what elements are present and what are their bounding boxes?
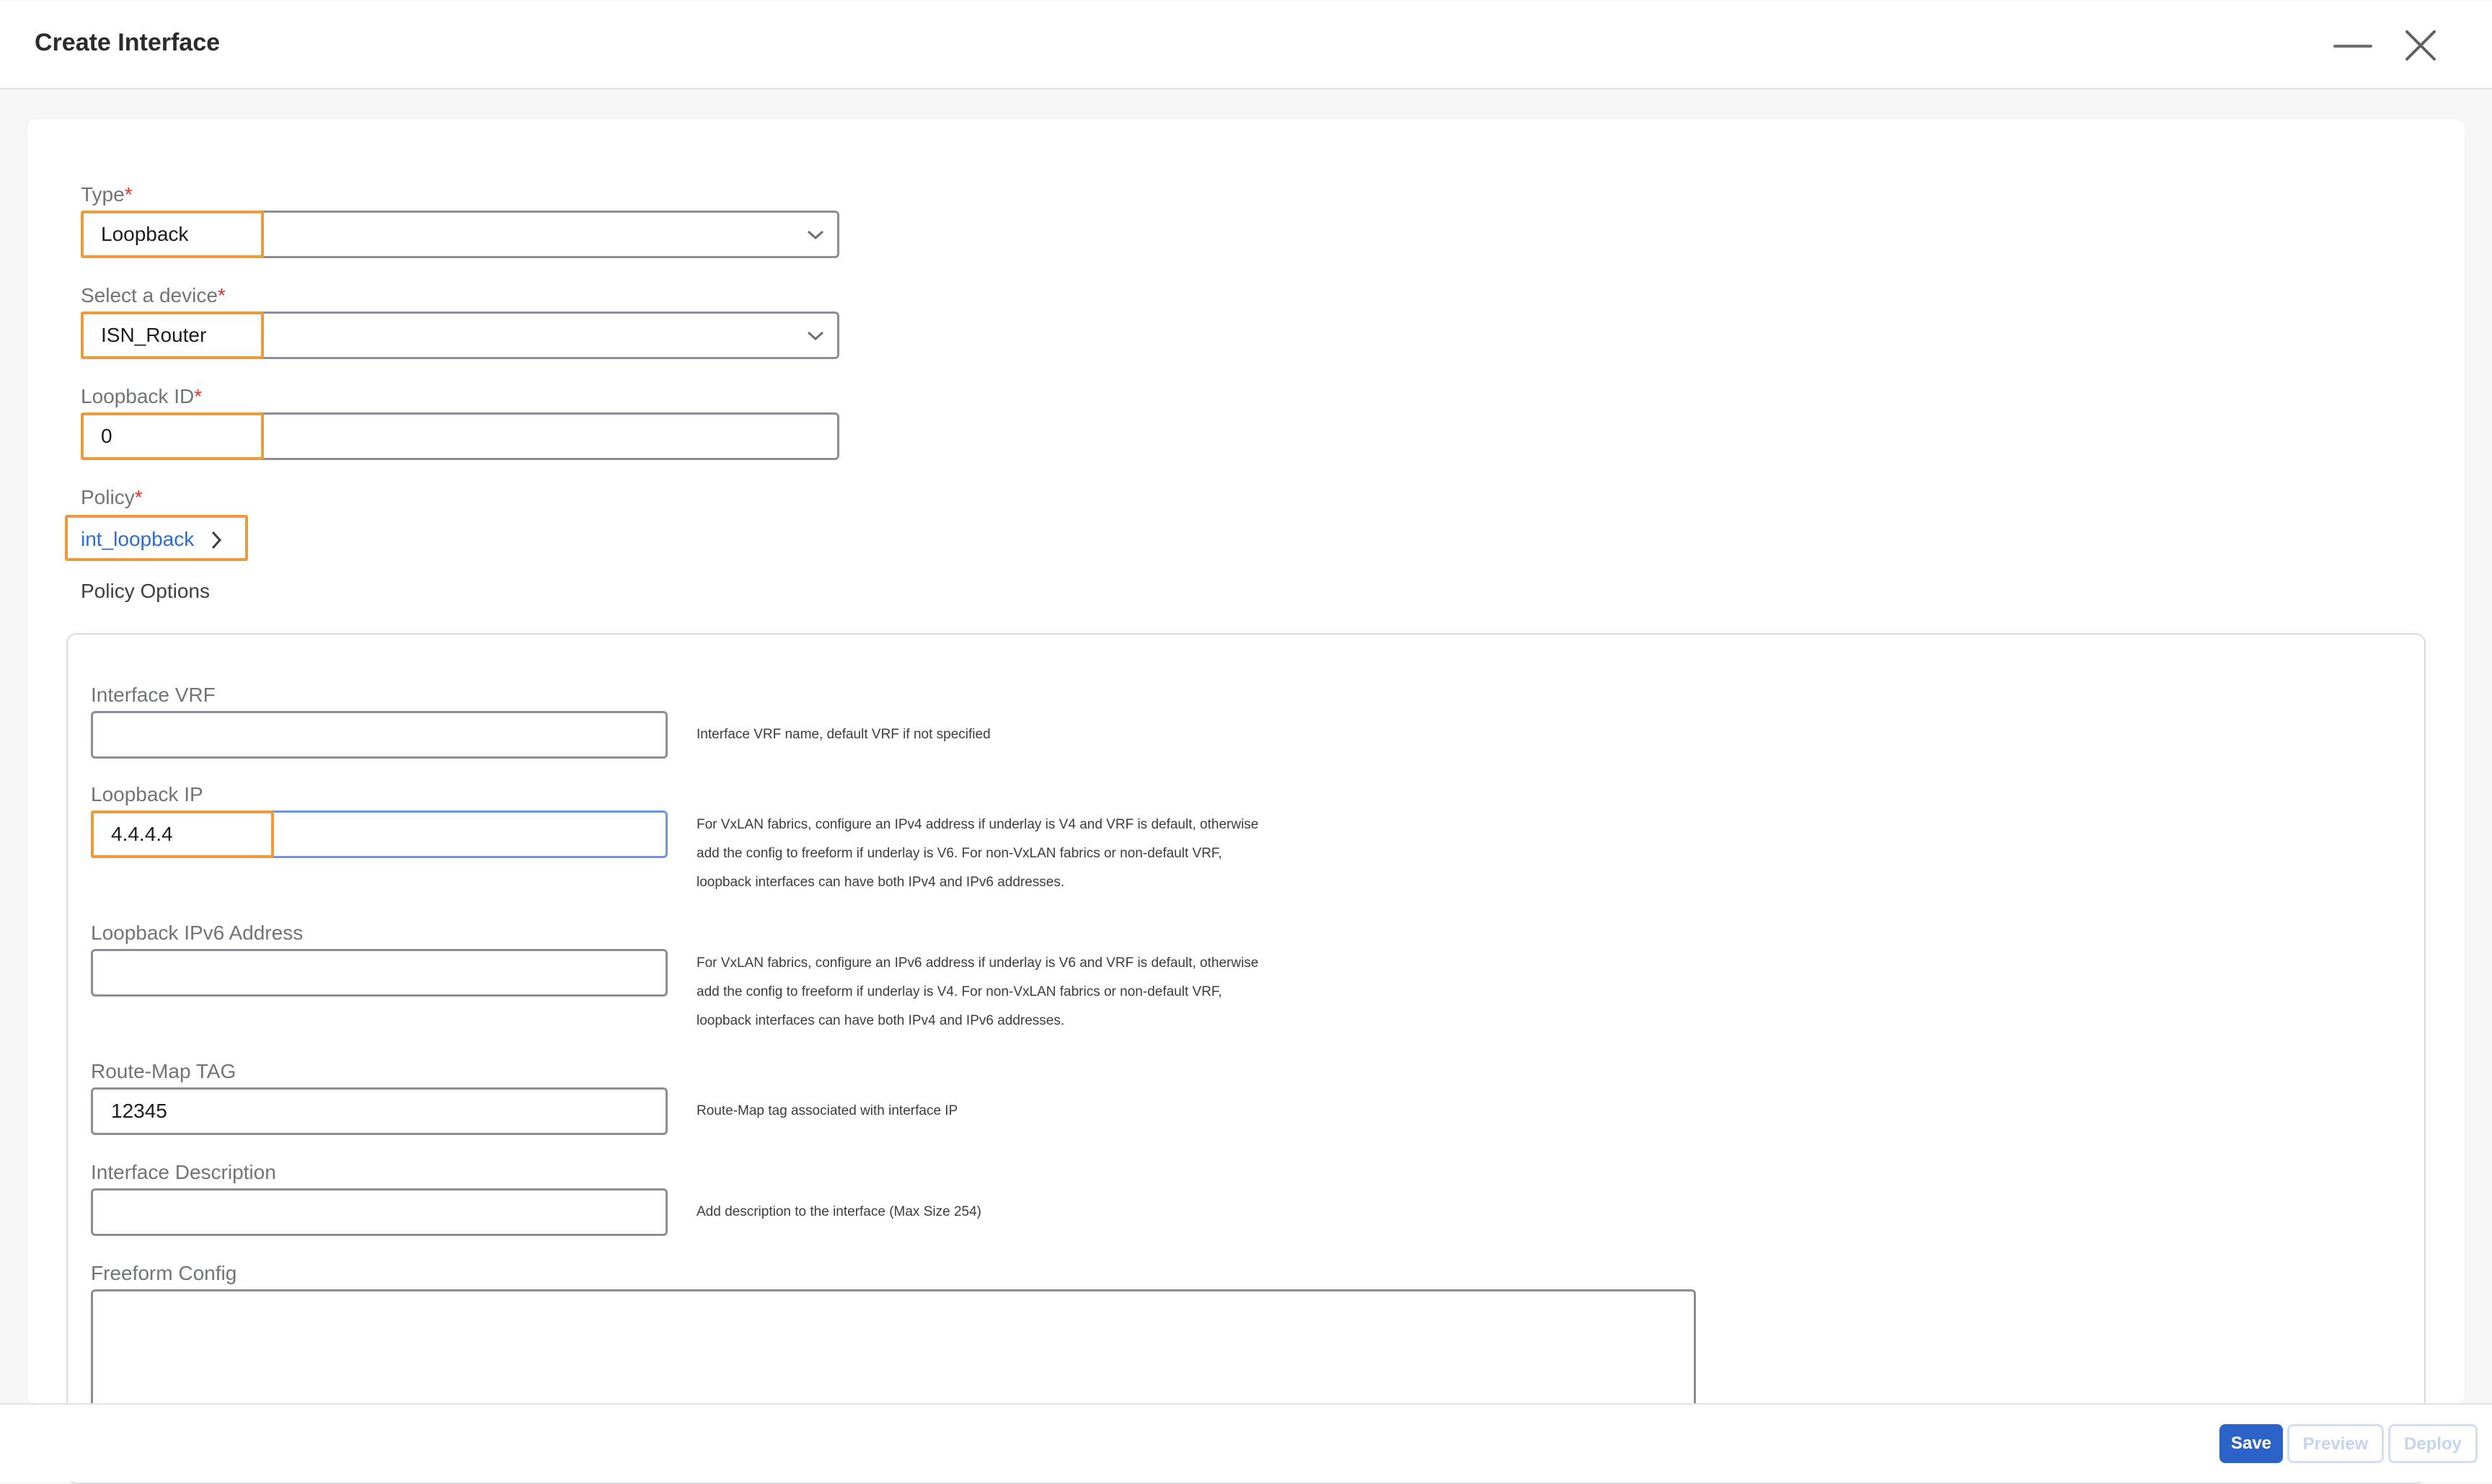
type-label: Type* — [81, 183, 133, 206]
dialog-title: Create Interface — [35, 29, 221, 56]
required-marker: * — [217, 284, 226, 306]
loopback-id-label: Loopback ID* — [81, 385, 203, 407]
save-button[interactable]: Save — [2219, 1424, 2283, 1463]
required-marker: * — [134, 486, 143, 508]
interface-description-input[interactable] — [91, 1188, 668, 1236]
deploy-button[interactable]: Deploy — [2388, 1424, 2478, 1463]
loopback-ip-value: 4.4.4.4 — [111, 823, 173, 845]
freeform-config-label: Freeform Config — [91, 1262, 237, 1284]
type-select[interactable] — [81, 211, 839, 258]
interface-vrf-label: Interface VRF — [91, 684, 216, 706]
route-map-tag-help: Route-Map tag associated with interface … — [697, 1103, 958, 1118]
minimize-icon[interactable] — [2333, 30, 2372, 59]
dialog-header: Create Interface — [0, 1, 2492, 89]
dialog-footer: Save Preview Deploy — [0, 1403, 2492, 1482]
loopback-id-value: 0 — [101, 425, 112, 447]
chevron-down-icon — [807, 331, 824, 341]
loopback-ip-help: For VxLAN fabrics, configure an IPv4 add… — [697, 817, 1259, 890]
device-label: Select a device* — [81, 284, 226, 306]
interface-description-help: Add description to the interface (Max Si… — [697, 1204, 981, 1219]
preview-button[interactable]: Preview — [2287, 1424, 2384, 1463]
required-marker: * — [124, 183, 133, 206]
loopback-ipv6-label: Loopback IPv6 Address — [91, 922, 304, 944]
policy-options-title: Policy Options — [81, 580, 210, 602]
policy-label: Policy* — [81, 486, 143, 508]
close-icon[interactable] — [2403, 27, 2439, 63]
policy-link[interactable]: int_loopback — [81, 528, 194, 551]
interface-description-label: Interface Description — [91, 1161, 276, 1183]
interface-vrf-input[interactable] — [91, 711, 668, 759]
loopback-id-input[interactable] — [81, 412, 839, 460]
type-select-value: Loopback — [101, 223, 189, 245]
route-map-tag-input[interactable] — [91, 1087, 668, 1135]
loopback-ipv6-help: For VxLAN fabrics, configure an IPv6 add… — [697, 955, 1259, 1028]
route-map-tag-label: Route-Map TAG — [91, 1060, 237, 1082]
required-marker: * — [194, 385, 203, 407]
chevron-right-icon[interactable] — [209, 529, 224, 551]
interface-vrf-help: Interface VRF name, default VRF if not s… — [697, 727, 991, 742]
device-select-value: ISN_Router — [101, 324, 207, 346]
loopback-ipv6-input[interactable] — [91, 949, 668, 997]
chevron-down-icon — [807, 230, 824, 240]
route-map-tag-value: 12345 — [111, 1100, 167, 1122]
loopback-ip-label: Loopback IP — [91, 783, 203, 805]
loopback-ip-input[interactable] — [91, 811, 668, 858]
